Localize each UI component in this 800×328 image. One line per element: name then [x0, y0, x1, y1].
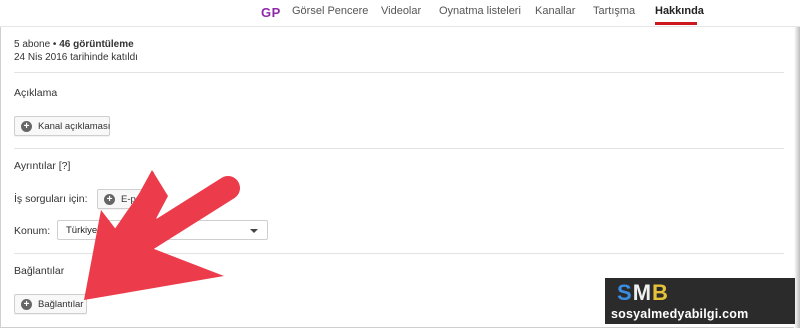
smb-logo-s: S [617, 280, 633, 305]
smb-logo-b: B [652, 280, 669, 305]
smb-logo: SMB [617, 280, 669, 306]
smb-site-url: sosyalmedyabilgi.com [611, 307, 749, 321]
smb-logo-m: M [632, 280, 653, 305]
smb-badge: SMB sosyalmedyabilgi.com [605, 278, 795, 324]
smb-badge-slant [770, 278, 795, 324]
